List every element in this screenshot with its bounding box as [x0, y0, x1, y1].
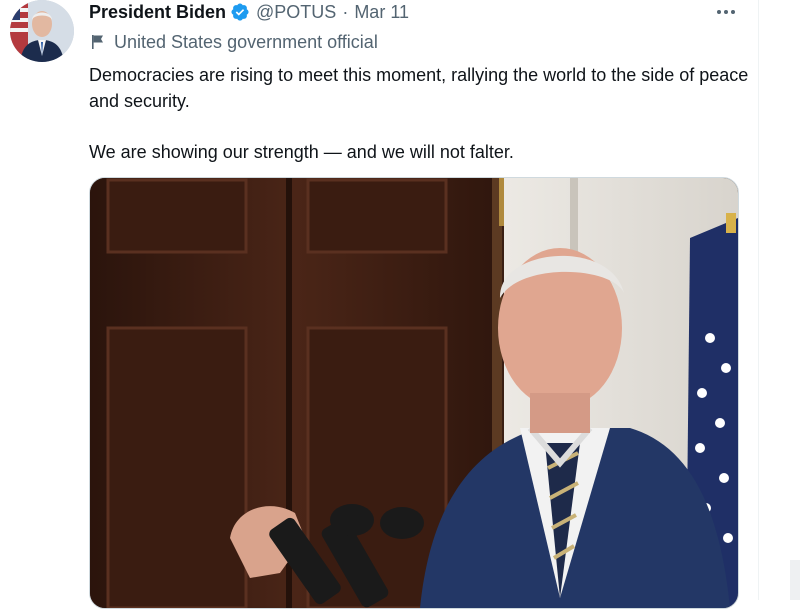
tweet-media[interactable] — [89, 177, 739, 609]
speaker-at-podium-image — [90, 178, 738, 608]
author-row: President Biden @POTUS · Mar 11 — [89, 0, 409, 24]
tweet-text: Democracies are rising to meet this mome… — [89, 62, 749, 165]
author-avatar[interactable] — [10, 0, 74, 62]
scrollbar-thumb[interactable] — [790, 560, 800, 600]
government-label-text: United States government official — [114, 31, 378, 52]
verified-badge-icon — [231, 3, 249, 21]
government-label: United States government official — [89, 30, 378, 54]
tweet-paragraph-1: Democracies are rising to meet this mome… — [89, 65, 749, 111]
more-options-icon[interactable] — [712, 2, 740, 22]
author-name[interactable]: President Biden — [89, 2, 226, 23]
tweet-paragraph-2: We are showing our strength — and we wil… — [89, 142, 514, 162]
column-divider — [758, 0, 759, 600]
tweet-card[interactable]: President Biden @POTUS · Mar 11 United S… — [0, 0, 758, 609]
author-handle[interactable]: @POTUS — [256, 2, 336, 23]
flag-icon — [92, 35, 103, 49]
separator-dot: · — [342, 1, 349, 22]
tweet-date[interactable]: Mar 11 — [354, 2, 409, 23]
avatar-image — [10, 0, 74, 62]
